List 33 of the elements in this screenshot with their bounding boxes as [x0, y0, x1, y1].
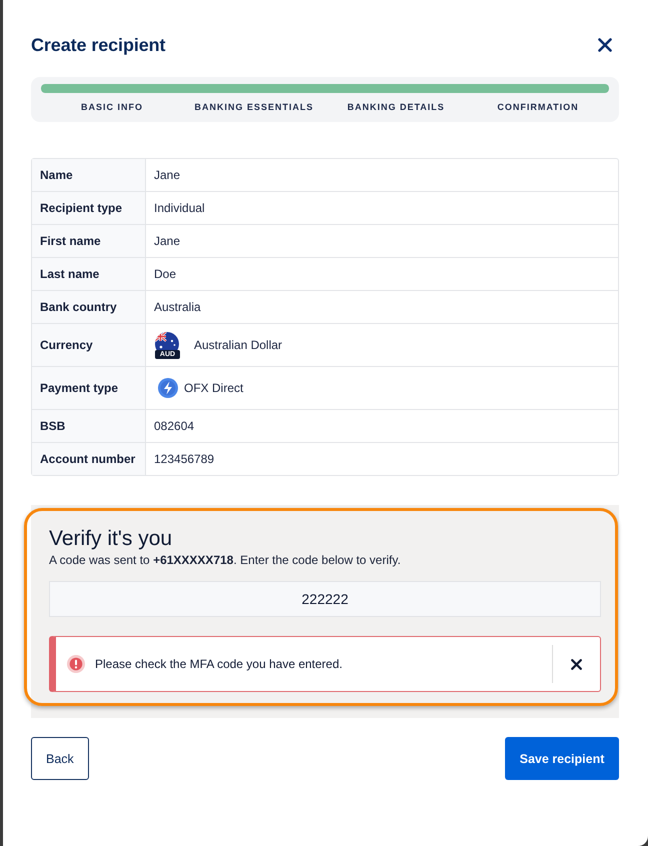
table-value: OFX Direct — [184, 381, 244, 395]
step-label: CONFIRMATION — [497, 102, 579, 113]
verify-message: A code was sent to +61XXXXX718. Enter the code below to verify. — [49, 553, 402, 568]
table-value-cell-text: 082604 — [153, 418, 196, 435]
step-label: BASIC INFO — [80, 102, 143, 113]
table-label-cell: Name — [32, 159, 146, 191]
table-label-cell: Payment type — [32, 367, 146, 409]
table-value-cell-text: Jane — [153, 233, 182, 250]
table-label-cell: Currency — [32, 324, 146, 366]
close-icon[interactable] — [598, 38, 612, 52]
table-label-cell: Last name — [32, 258, 146, 290]
dialog-title: Create recipient — [31, 34, 166, 56]
save-recipient-button[interactable]: Save recipient — [505, 737, 619, 780]
alert-message: Please check the MFA code you have entered. — [95, 657, 344, 671]
table-label-cell: First name — [32, 225, 146, 257]
table-value: Australian Dollar — [194, 338, 282, 352]
table-value-cell-text: Australia — [153, 299, 202, 316]
step-label: BANKING ESSENTIALS — [194, 102, 314, 113]
table-label-cell: BSB — [32, 410, 146, 442]
lightning-bolt-icon — [158, 378, 178, 398]
step-label: BANKING DETAILS — [347, 102, 445, 113]
verify-heading: Verify it's you — [49, 527, 174, 551]
table-value-cell-text: Individual — [153, 200, 206, 217]
table-label-cell: Bank country — [32, 291, 146, 323]
code-input-field[interactable]: 222222 — [49, 581, 601, 617]
table-value-cell-text: 123456789 — [153, 451, 216, 468]
close-icon[interactable] — [571, 658, 582, 670]
table-label-cell: Recipient type — [32, 192, 146, 224]
exclamation-icon — [67, 655, 85, 673]
table-value-cell-text: Jane — [153, 167, 182, 184]
table-label-cell: Account number — [32, 443, 146, 475]
back-button[interactable]: Back — [31, 737, 89, 780]
table-value-cell-text: Doe — [153, 266, 178, 283]
